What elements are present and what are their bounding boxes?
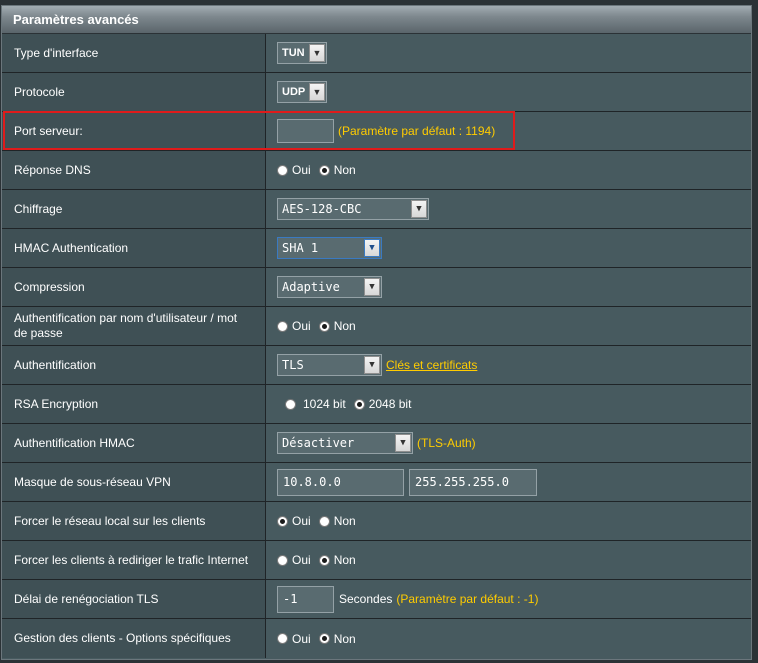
server-port-label: Port serveur:	[2, 112, 266, 150]
interface-type-label: Type d'interface	[2, 34, 266, 72]
dns-response-radio-oui[interactable]	[277, 164, 288, 176]
protocol-label: Protocole	[2, 73, 266, 111]
chevron-down-icon: ▼	[364, 278, 380, 296]
vpn-mask-input[interactable]: 255.255.255.0	[409, 468, 537, 496]
chevron-down-icon: ▼	[364, 356, 380, 374]
row-tls-renegotiation: Délai de renégociation TLS -1 Secondes (…	[2, 580, 751, 619]
chevron-down-icon: ▼	[395, 434, 411, 452]
rsa-encryption-label: RSA Encryption	[2, 385, 266, 423]
dns-response-radio-non[interactable]	[318, 164, 330, 176]
advanced-settings-panel: Paramètres avancés Type d'interface TUN …	[1, 5, 752, 660]
tls-auth-hint: (TLS-Auth)	[417, 436, 476, 450]
authentication-select[interactable]: TLS ▼	[277, 354, 382, 376]
row-hmac-authentication: HMAC Authentication SHA 1 ▼	[2, 229, 751, 268]
row-dns-response: Réponse DNS Oui Non	[2, 151, 751, 190]
row-server-port: Port serveur: (Paramètre par défaut : 11…	[2, 112, 751, 151]
push-lan-label: Forcer le réseau local sur les clients	[2, 502, 266, 540]
chevron-down-icon: ▼	[411, 200, 427, 218]
row-client-specific: Gestion des clients - Options spécifique…	[2, 619, 751, 658]
user-pass-auth-radio-oui[interactable]	[277, 320, 288, 332]
interface-type-select[interactable]: TUN ▼	[277, 42, 327, 64]
user-pass-auth-label: Authentification par nom d'utilisateur /…	[2, 307, 266, 345]
row-vpn-subnet: Masque de sous-réseau VPN 10.8.0.0 255.2…	[2, 463, 751, 502]
push-lan-radio-non[interactable]	[318, 515, 330, 527]
protocol-select[interactable]: UDP ▼	[277, 81, 327, 103]
tls-renegotiation-input[interactable]: -1	[277, 585, 334, 613]
hmac-auth-tls-label: Authentification HMAC	[2, 424, 266, 462]
row-rsa-encryption: RSA Encryption 1024 bit 2048 bit	[2, 385, 751, 424]
server-port-input[interactable]	[277, 119, 334, 143]
cipher-select[interactable]: AES-128-CBC ▼	[277, 198, 429, 220]
tls-renegotiation-hint: (Paramètre par défaut : -1)	[396, 592, 539, 606]
chevron-down-icon: ▼	[309, 83, 325, 101]
row-cipher: Chiffrage AES-128-CBC ▼	[2, 190, 751, 229]
row-compression: Compression Adaptive ▼	[2, 268, 751, 307]
cipher-label: Chiffrage	[2, 190, 266, 228]
chevron-down-icon: ▼	[309, 44, 325, 62]
compression-label: Compression	[2, 268, 266, 306]
row-redirect-gateway: Forcer les clients à rediriger le trafic…	[2, 541, 751, 580]
compression-select[interactable]: Adaptive ▼	[277, 276, 382, 298]
row-authentication: Authentification TLS ▼ Clés et certifica…	[2, 346, 751, 385]
hmac-authentication-label: HMAC Authentication	[2, 229, 266, 267]
hmac-authentication-select[interactable]: SHA 1 ▼	[277, 237, 382, 259]
vpn-subnet-label: Masque de sous-réseau VPN	[2, 463, 266, 501]
panel-title: Paramètres avancés	[2, 6, 751, 34]
tls-renegotiation-unit: Secondes	[339, 592, 393, 606]
vpn-network-input[interactable]: 10.8.0.0	[277, 468, 404, 496]
row-user-pass-auth: Authentification par nom d'utilisateur /…	[2, 307, 751, 346]
client-specific-label: Gestion des clients - Options spécifique…	[2, 619, 266, 658]
rsa-radio-2048[interactable]	[353, 398, 365, 410]
client-specific-radio-oui[interactable]	[277, 633, 288, 644]
user-pass-auth-radio-non[interactable]	[318, 320, 330, 332]
client-specific-radio-non[interactable]	[318, 633, 330, 644]
dns-response-label: Réponse DNS	[2, 151, 266, 189]
push-lan-radio-oui[interactable]	[277, 515, 288, 527]
chevron-down-icon: ▼	[364, 239, 380, 257]
redirect-gateway-radio-oui[interactable]	[277, 554, 288, 566]
keys-certificates-link[interactable]: Clés et certificats	[386, 358, 477, 372]
redirect-gateway-label: Forcer les clients à rediriger le trafic…	[2, 541, 266, 579]
row-interface-type: Type d'interface TUN ▼	[2, 34, 751, 73]
tls-renegotiation-label: Délai de renégociation TLS	[2, 580, 266, 618]
redirect-gateway-radio-non[interactable]	[318, 554, 330, 566]
row-protocol: Protocole UDP ▼	[2, 73, 751, 112]
authentication-label: Authentification	[2, 346, 266, 384]
row-push-lan: Forcer le réseau local sur les clients O…	[2, 502, 751, 541]
row-hmac-auth-tls: Authentification HMAC Désactiver ▼ (TLS-…	[2, 424, 751, 463]
server-port-hint: (Paramètre par défaut : 1194)	[338, 124, 496, 138]
rsa-radio-1024[interactable]	[285, 398, 296, 410]
hmac-auth-tls-select[interactable]: Désactiver ▼	[277, 432, 413, 454]
